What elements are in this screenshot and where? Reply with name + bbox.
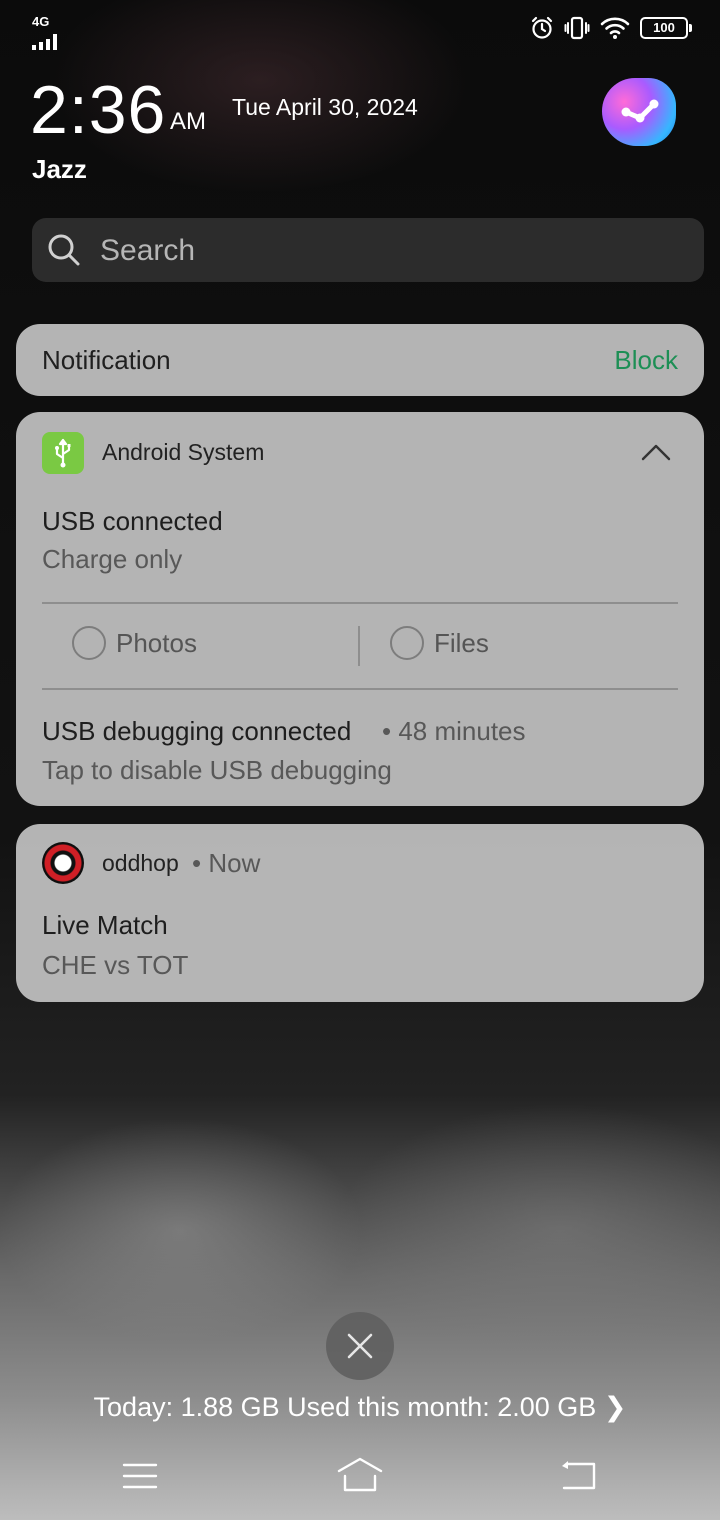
clock-time: 2:36 [30, 72, 167, 148]
signal-icon [32, 34, 57, 50]
android-system-notification[interactable]: Android System USB connected Charge only… [16, 412, 704, 806]
notification-label: Notification [42, 345, 171, 375]
date-label: Tue April 30, 2024 [232, 94, 418, 120]
notification-title: USB connected [42, 506, 223, 536]
photos-option[interactable]: Photos [72, 626, 197, 660]
share-nodes-icon [621, 99, 659, 123]
divider [42, 688, 678, 690]
vibrate-icon [564, 16, 590, 40]
chevron-up-icon[interactable] [640, 442, 672, 462]
notification-time: • Now [192, 848, 261, 878]
app-name: oddhop [102, 850, 179, 876]
notification-settings-bar: Notification Block [16, 324, 704, 396]
block-button[interactable]: Block [614, 345, 678, 376]
notification-title: Live Match [42, 910, 168, 940]
debug-title: USB debugging connected [42, 716, 352, 746]
photos-label: Photos [116, 627, 197, 658]
debug-time: • 48 minutes [382, 716, 526, 746]
files-label: Files [434, 627, 489, 658]
navigation-bar [0, 1440, 720, 1520]
data-usage-summary[interactable]: Today: 1.88 GB Used this month: 2.00 GB … [0, 1392, 720, 1423]
files-option[interactable]: Files [390, 626, 489, 660]
usb-icon [42, 432, 84, 474]
close-icon [347, 1333, 373, 1359]
search-bar[interactable]: Search [32, 218, 704, 282]
notification-subtitle: CHE vs TOT [42, 950, 189, 980]
battery-icon: 100 [640, 17, 692, 39]
data-usage-text: Today: 1.88 GB Used this month: 2.00 GB [93, 1392, 597, 1422]
menu-icon[interactable] [120, 1456, 160, 1496]
carrier-label: Jazz [32, 154, 87, 184]
notification-subtitle: Charge only [42, 544, 183, 574]
clear-all-button[interactable] [326, 1312, 394, 1380]
oddhop-notification[interactable]: oddhop • Now Live Match CHE vs TOT [16, 824, 704, 1002]
shortcut-app-icon[interactable] [602, 78, 676, 146]
alarm-icon [531, 16, 553, 39]
search-placeholder: Search [100, 234, 196, 267]
divider [42, 602, 678, 604]
debug-subtitle: Tap to disable USB debugging [42, 755, 392, 785]
app-name: Android System [102, 439, 265, 465]
radio-button[interactable] [72, 626, 106, 660]
radio-button[interactable] [390, 626, 424, 660]
search-icon [48, 234, 80, 266]
clock-ampm: AM [170, 108, 206, 135]
oddhop-app-icon [42, 842, 84, 884]
chevron-right-icon: ❯ [603, 1392, 627, 1422]
status-icons: 100 [530, 14, 692, 42]
back-icon[interactable] [558, 1456, 598, 1496]
home-icon[interactable] [336, 1456, 384, 1496]
network-indicator: 4G [32, 14, 66, 50]
option-separator [358, 626, 360, 666]
wifi-icon [600, 17, 630, 39]
network-type: 4G [32, 14, 50, 29]
